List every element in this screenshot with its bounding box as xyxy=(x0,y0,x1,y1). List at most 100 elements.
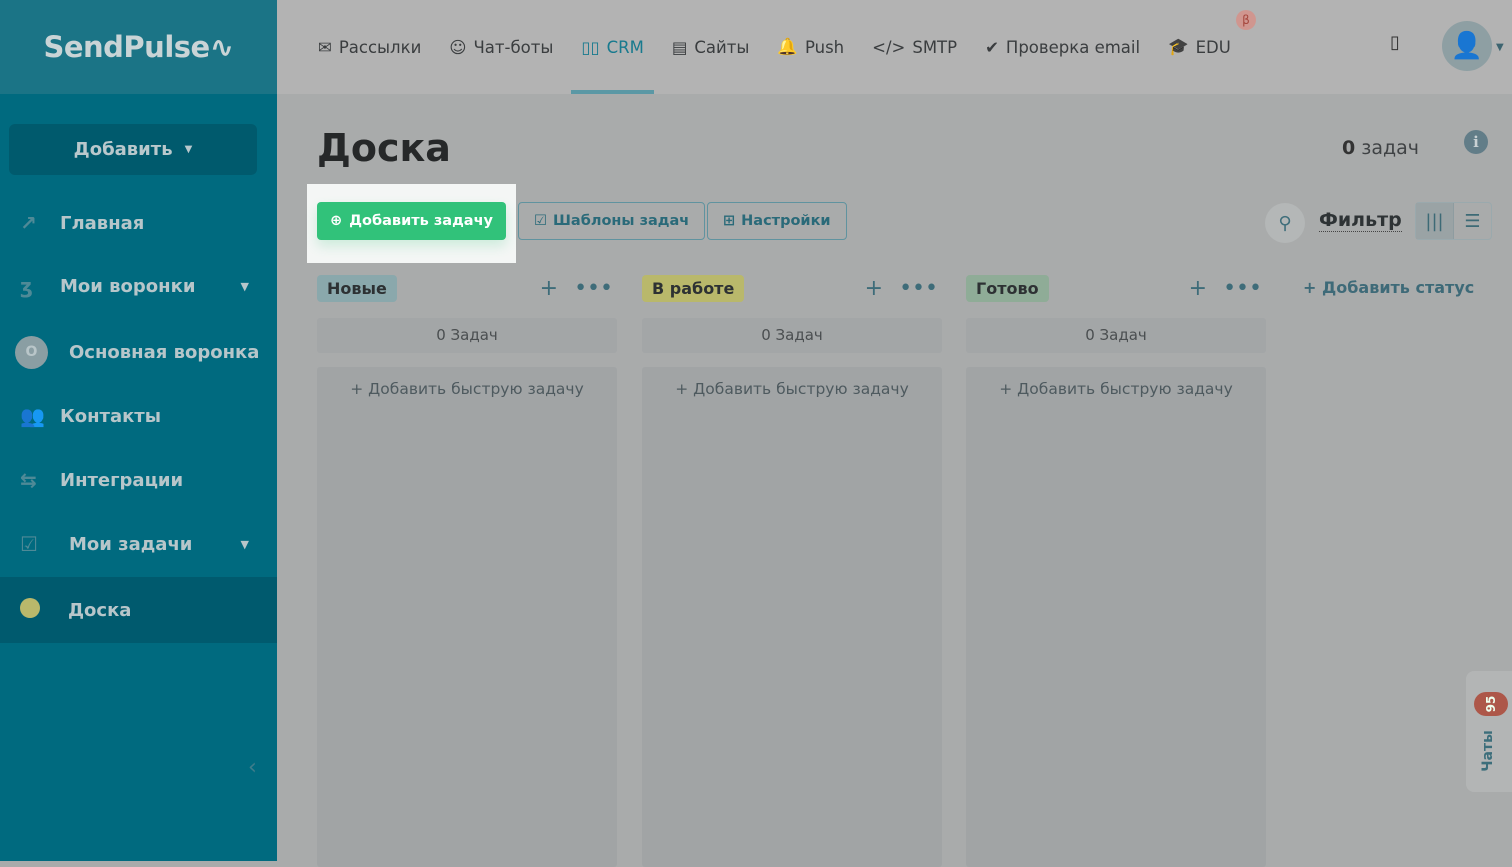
chats-widget[interactable]: 95 Чаты xyxy=(1466,671,1512,792)
mobile-icon[interactable]: ▯ xyxy=(1390,32,1400,53)
plus-icon[interactable]: + xyxy=(540,276,558,301)
more-icon[interactable]: ••• xyxy=(899,276,938,301)
label: Интеграции xyxy=(60,469,184,491)
sidebar-item-board[interactable]: Доска xyxy=(0,577,277,643)
label: Главная xyxy=(60,212,145,234)
label: Контакты xyxy=(60,405,162,427)
caret-down-icon: ▼ xyxy=(240,537,249,551)
tab-label: Push xyxy=(804,37,845,57)
tab-label: CRM xyxy=(606,37,644,57)
column-body: + Добавить быструю задачу xyxy=(642,367,942,867)
avatar[interactable]: 👤 xyxy=(1442,21,1492,71)
pulse-icon: ∿ xyxy=(209,30,234,64)
settings-button[interactable]: ⊞ Настройки xyxy=(707,202,847,240)
top-nav: ✉ Рассылки ☺ Чат-боты ▯▯ CRM ▤ Сайты 🔔 Push <… xyxy=(277,0,1512,94)
kanban-view-icon[interactable]: ||| xyxy=(1416,203,1454,239)
checkbox-icon: ☑ xyxy=(20,532,38,556)
chats-count-badge: 95 xyxy=(1474,692,1508,716)
add-button[interactable]: Добавить ▼ xyxy=(9,124,257,175)
tab-label: Чат-боты xyxy=(473,37,554,57)
info-icon[interactable]: i xyxy=(1464,130,1488,154)
beta-badge: β xyxy=(1236,10,1256,30)
task-count: 0 задач xyxy=(1342,137,1419,159)
status-badge[interactable]: В работе xyxy=(642,274,745,302)
caret-down-icon: ▼ xyxy=(240,279,249,293)
tab-campaigns[interactable]: ✉ Рассылки xyxy=(318,0,421,94)
column-new: Новые + ••• 0 Задач + Добавить быструю зад… xyxy=(317,272,617,867)
arrows-icon: ⇆ xyxy=(20,468,37,492)
tab-label: Рассылки xyxy=(338,37,422,57)
caret-down-icon[interactable]: ▼ xyxy=(1496,42,1504,53)
label: Добавить быструю задачу xyxy=(1017,380,1233,398)
tab-email-verify[interactable]: ✔ Проверка email xyxy=(985,0,1140,94)
plus-icon[interactable]: + xyxy=(865,276,883,301)
quick-add-button[interactable]: + Добавить быструю задачу xyxy=(675,380,909,398)
label: Настройки xyxy=(741,213,831,229)
column-count: 0 Задач xyxy=(642,318,942,353)
plus-circle-icon: ⊕ xyxy=(329,213,343,229)
quick-add-button[interactable]: + Добавить быструю задачу xyxy=(999,380,1233,398)
column-done: Готово + ••• 0 Задач + Добавить быструю за… xyxy=(966,272,1266,867)
funnel-icon: ʒ xyxy=(20,274,33,298)
crm-icon: ▯▯ xyxy=(581,37,600,57)
chats-label: Чаты xyxy=(1480,730,1496,772)
contacts-icon: 👥 xyxy=(20,404,45,428)
search-button[interactable]: ⚲ xyxy=(1265,203,1305,243)
bell-icon: 🔔 xyxy=(777,37,798,56)
column-in-progress: В работе + ••• 0 Задач + Добавить быструю … xyxy=(642,272,942,867)
circle-o-icon: O xyxy=(15,335,69,369)
more-icon[interactable]: ••• xyxy=(574,276,613,301)
tab-sites[interactable]: ▤ Сайты xyxy=(672,0,750,94)
more-icon[interactable]: ••• xyxy=(1223,276,1262,301)
label: Добавить статус xyxy=(1321,278,1475,297)
chart-line-icon: ↗ xyxy=(20,211,37,235)
label: Мои задачи xyxy=(69,533,193,555)
sidebar-item-contacts[interactable]: 👥 Контакты xyxy=(0,384,277,448)
status-badge[interactable]: Готово xyxy=(966,274,1049,302)
checkbox-icon: ☑ xyxy=(534,213,547,229)
column-count: 0 Задач xyxy=(966,318,1266,353)
sidebar-item-main-funnel[interactable]: O Основная воронка xyxy=(0,320,277,384)
site-icon: ▤ xyxy=(671,37,688,57)
check-circle-icon: ✔ xyxy=(985,37,999,57)
filter-button[interactable]: Фильтр xyxy=(1319,209,1402,232)
tab-crm[interactable]: ▯▯ CRM xyxy=(571,0,655,94)
column-body: + Добавить быструю задачу xyxy=(966,367,1266,867)
quick-add-button[interactable]: + Добавить быструю задачу xyxy=(350,380,584,398)
o-badge: O xyxy=(15,335,48,369)
tab-label: SMTP xyxy=(912,37,958,57)
tab-push[interactable]: 🔔 Push xyxy=(777,0,844,94)
chat-icon: ☺ xyxy=(449,37,467,57)
logo[interactable]: SendPulse ∿ xyxy=(0,0,277,94)
column-body: + Добавить быструю задачу xyxy=(317,367,617,867)
tab-chatbots[interactable]: ☺ Чат-боты xyxy=(449,0,553,94)
label: Добавить быструю задачу xyxy=(693,380,909,398)
sidebar-item-main[interactable]: ↗ Главная xyxy=(0,191,277,255)
graduation-icon: 🎓 xyxy=(1168,37,1189,56)
tab-edu[interactable]: 🎓 EDU xyxy=(1168,0,1231,94)
label: Мои воронки xyxy=(60,275,196,297)
collapse-sidebar-icon[interactable]: ‹ xyxy=(248,755,257,780)
add-task-button[interactable]: ⊕ Добавить задачу xyxy=(317,202,506,240)
add-label: Добавить xyxy=(73,139,173,160)
plus-icon[interactable]: + xyxy=(1189,276,1207,301)
count-number: 0 xyxy=(1342,137,1356,159)
tab-smtp[interactable]: </> SMTP xyxy=(872,0,957,94)
tab-label: Сайты xyxy=(694,37,750,57)
list-view-icon[interactable]: ☰ xyxy=(1454,203,1491,239)
sidebar-item-funnels[interactable]: ʒ Мои воронки ▼ xyxy=(0,254,277,318)
label: Добавить задачу xyxy=(349,213,493,229)
task-templates-button[interactable]: ☑ Шаблоны задач xyxy=(518,202,706,240)
page-title: Доска xyxy=(317,126,451,170)
sidebar: SendPulse ∿ Добавить ▼ ↗ Главная ʒ Мои ворон… xyxy=(0,0,277,861)
dot-icon xyxy=(20,597,68,623)
logo-text: SendPulse xyxy=(43,30,210,64)
label: Доска xyxy=(68,599,132,621)
search-icon: ⚲ xyxy=(1278,212,1292,234)
add-status-button[interactable]: + Добавить статус xyxy=(1303,278,1474,297)
sliders-icon: ⊞ xyxy=(723,213,736,229)
sidebar-item-integrations[interactable]: ⇆ Интеграции xyxy=(0,448,277,512)
sidebar-item-tasks[interactable]: ☑ Мои задачи ▼ xyxy=(0,512,277,576)
status-badge[interactable]: Новые xyxy=(317,274,397,302)
label: Основная воронка xyxy=(69,341,260,363)
